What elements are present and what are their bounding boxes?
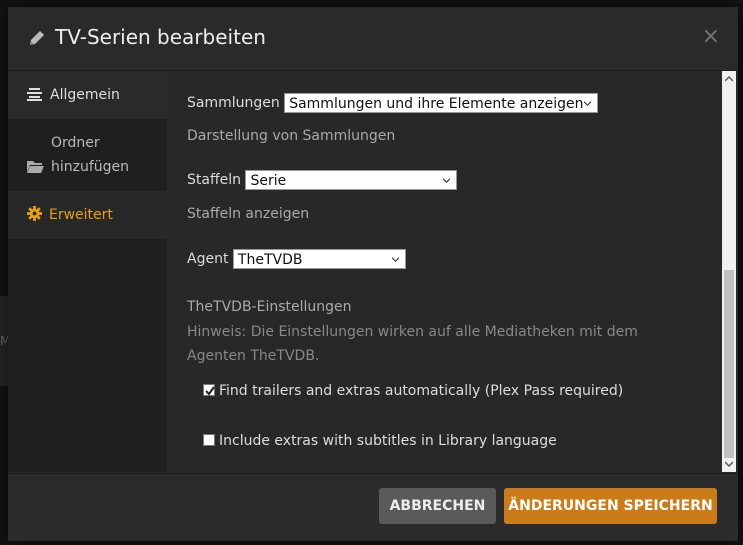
settings-sidebar: Allgemein Ordner hinzufügen Erweitert xyxy=(8,71,167,472)
pencil-icon xyxy=(30,31,44,45)
sidebar-item-label: Erweitert xyxy=(49,207,113,223)
trailers-checkbox-label: Find trailers and extras automatically (… xyxy=(219,383,624,399)
seasons-description: Staffeln anzeigen xyxy=(187,206,310,222)
seasons-select[interactable]: Serie xyxy=(245,170,458,190)
scrollbar-thumb[interactable] xyxy=(724,270,734,458)
agent-settings-heading: TheTVDB-Einstellungen xyxy=(187,299,352,315)
sidebar-item-label: Allgemein xyxy=(50,87,120,103)
collections-description: Darstellung von Sammlungen xyxy=(187,128,396,144)
chevron-down-icon xyxy=(391,257,399,263)
close-icon[interactable]: × xyxy=(702,24,720,49)
list-icon xyxy=(27,88,42,101)
save-changes-button[interactable]: ÄNDERUNGEN SPEICHERN xyxy=(504,488,717,524)
seasons-label: Staffeln xyxy=(187,172,241,188)
background-poster-strip: M xyxy=(0,296,10,386)
dialog-title: TV-Serien bearbeiten xyxy=(55,25,266,49)
agent-select-value: TheTVDB xyxy=(237,252,303,268)
cancel-button[interactable]: ABBRECHEN xyxy=(379,488,496,524)
seasons-row: Staffeln Serie xyxy=(187,170,458,190)
scroll-up-icon[interactable] xyxy=(725,75,733,83)
advanced-settings-panel: Sammlungen Sammlungen und ihre Elemente … xyxy=(167,71,722,472)
agent-select[interactable]: TheTVDB xyxy=(232,249,406,269)
dialog-footer: ABBRECHEN ÄNDERUNGEN SPEICHERN xyxy=(8,473,738,541)
subtitles-checkbox-label: Include extras with subtitles in Library… xyxy=(219,433,557,449)
collections-select-value: Sammlungen und ihre Elemente anzeigen xyxy=(289,96,584,112)
gear-icon xyxy=(27,206,42,221)
sidebar-item-general[interactable]: Allgemein xyxy=(8,71,167,119)
scroll-down-icon[interactable] xyxy=(725,460,733,468)
chevron-down-icon xyxy=(584,101,592,107)
sidebar-item-add-folder[interactable]: Ordner hinzufügen xyxy=(8,119,167,191)
sidebar-item-label: Ordner hinzufügen xyxy=(51,135,130,175)
checkbox-row-trailers: Find trailers and extras automatically (… xyxy=(203,383,623,399)
edit-dialog: TV-Serien bearbeiten × Allgemein Ordner … xyxy=(8,7,738,541)
collections-select[interactable]: Sammlungen und ihre Elemente anzeigen xyxy=(284,93,599,113)
subtitles-checkbox[interactable] xyxy=(203,434,215,446)
agent-settings-hint: Hinweis: Die Einstellungen wirken auf al… xyxy=(187,324,638,364)
trailers-checkbox[interactable] xyxy=(203,384,215,396)
checkmark-icon xyxy=(205,386,215,396)
dialog-header: TV-Serien bearbeiten × xyxy=(8,7,738,71)
chevron-down-icon xyxy=(443,178,451,184)
agent-label: Agent xyxy=(187,251,229,267)
agent-row: Agent TheTVDB xyxy=(187,249,406,269)
checkbox-row-subtitles: Include extras with subtitles in Library… xyxy=(203,433,557,449)
content-scrollbar[interactable] xyxy=(722,71,736,472)
sidebar-item-advanced[interactable]: Erweitert xyxy=(8,191,167,239)
seasons-select-value: Serie xyxy=(250,173,287,189)
collections-row: Sammlungen Sammlungen und ihre Elemente … xyxy=(187,93,599,113)
collections-label: Sammlungen xyxy=(187,95,280,111)
folder-icon xyxy=(27,161,44,173)
